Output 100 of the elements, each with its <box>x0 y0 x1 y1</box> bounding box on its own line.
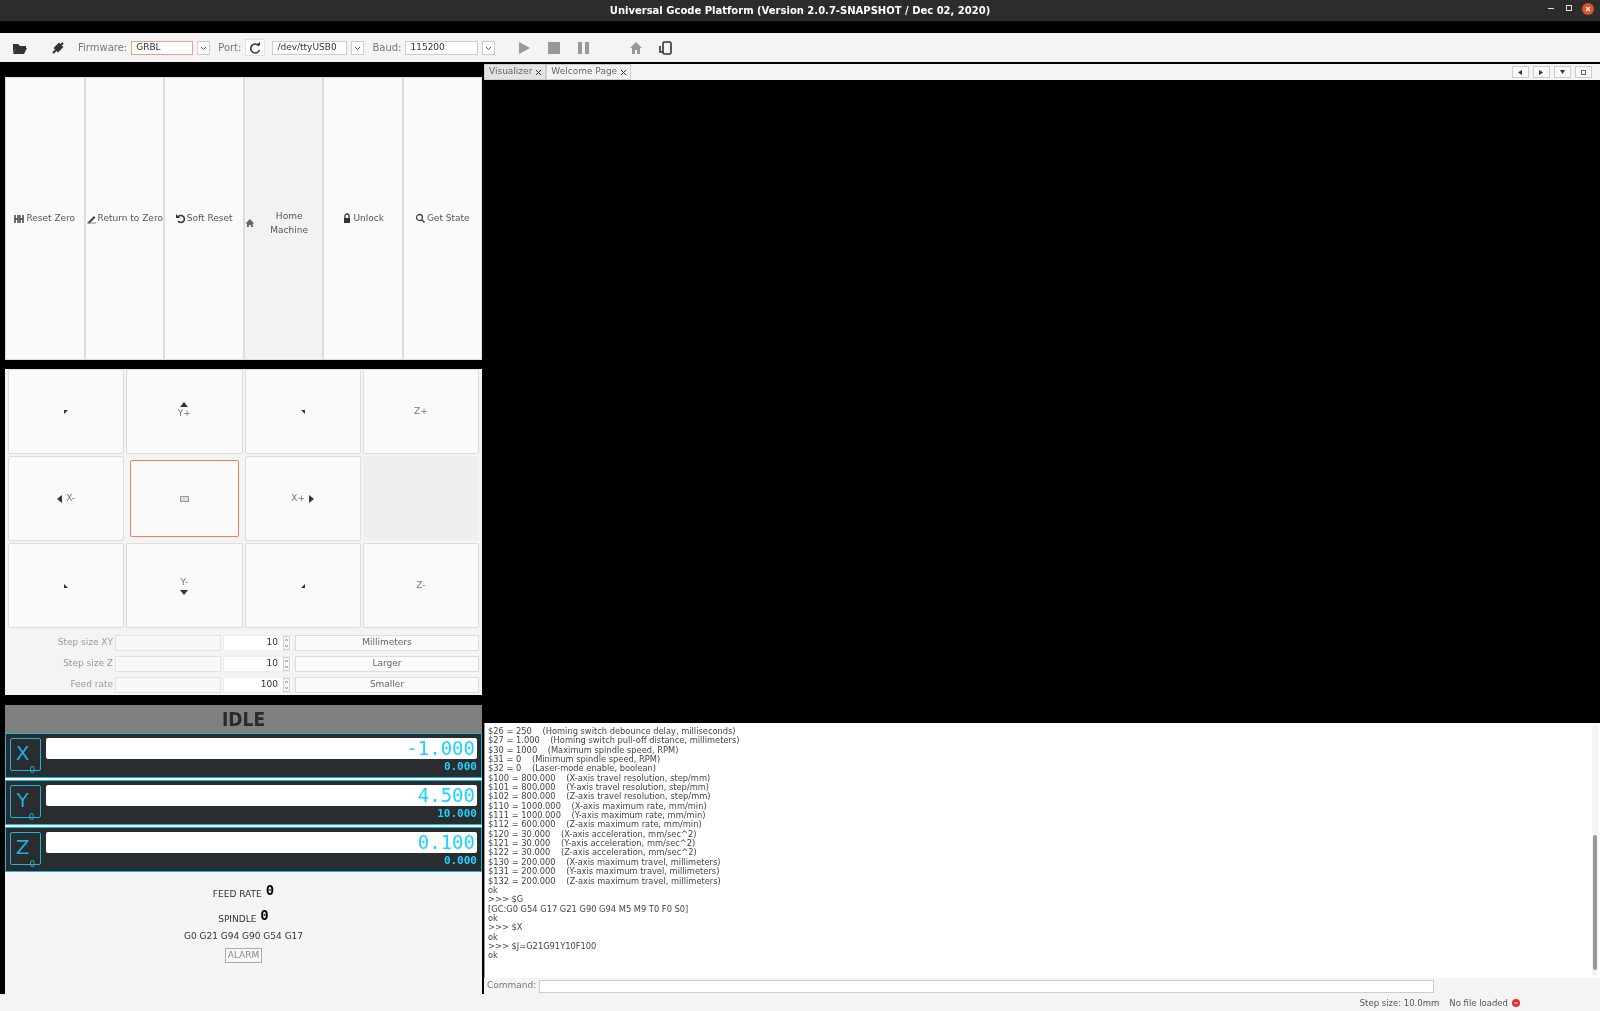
feed-rate-label: FEED RATE <box>212 887 262 901</box>
spinner-arrows-icon[interactable] <box>283 635 290 650</box>
keyboard-icon <box>179 495 189 502</box>
number-spinner[interactable]: 10 <box>223 634 293 651</box>
console-line: $121 = 30.000 (Y-axis acceleration, mm/sec^2) <box>488 839 697 849</box>
feed-rate-value: 0 <box>265 881 275 900</box>
scroll-right-icon <box>1539 69 1544 75</box>
console-line: $102 = 800.000 (Z-axis travel resolution, step/mm) <box>488 792 712 802</box>
pause-icon[interactable] <box>577 40 592 55</box>
console-line: $101 = 800.000 (Y-axis travel resolution, step/mm) <box>488 783 711 793</box>
console-line: >>> $X <box>488 923 524 933</box>
console-line: $132 = 200.000 (Z-axis maximum travel, millimeters) <box>488 876 722 886</box>
tab-label: Visualizer <box>489 65 533 79</box>
step-label: Step size Z <box>62 656 113 670</box>
gcode-state: G0 G21 G94 G90 G54 G17 <box>183 930 304 943</box>
plug-icon[interactable] <box>50 39 66 56</box>
action-button[interactable]: Unlock <box>323 77 403 360</box>
console-line: $32 = 0 (Laser-mode enable, boolean) <box>488 764 657 774</box>
stop-icon[interactable] <box>547 40 562 55</box>
port-combo[interactable]: /dev/ttyUSB0 <box>272 40 348 55</box>
close-icon[interactable] <box>536 69 542 75</box>
step-size-status: Step size: 10.0mm <box>1359 996 1440 1010</box>
right-arrow-icon <box>309 494 314 503</box>
action-button[interactable]: Reset Zero <box>5 77 85 360</box>
home-icon[interactable] <box>629 40 644 55</box>
jog-button[interactable]: X+ <box>244 456 361 541</box>
dropdown-icon[interactable] <box>351 40 365 55</box>
spinner-arrows-icon[interactable] <box>283 677 290 692</box>
jog-button[interactable]: Z- <box>362 543 479 628</box>
lock-icon <box>341 213 352 224</box>
console-line: $26 = 250 (Homing switch debounce delay, milliseconds) <box>488 727 736 737</box>
console-line: >>> $G <box>488 895 525 905</box>
command-label: Command: <box>487 979 537 993</box>
window-title: Universal Gcode Platform (Version 2.0.7-SNAPSHOT / Dec 02, 2020) <box>609 4 991 18</box>
console-line: $130 = 200.000 (X-axis maximum travel, millimeters) <box>488 857 722 868</box>
number-spinner[interactable]: 100 <box>223 676 293 693</box>
arrow-icon <box>64 409 69 414</box>
firmware-label: Firmware: <box>78 41 128 55</box>
machine-position: 0.000 <box>442 759 477 775</box>
arrow-icon <box>300 409 305 414</box>
reset-icon <box>14 213 25 224</box>
console-line: >>> $J=G21G91Y10F100 <box>488 941 598 951</box>
dropdown-icon[interactable] <box>482 40 496 55</box>
console-line: $120 = 30.000 (X-axis acceleration, mm/sec^2) <box>488 829 698 840</box>
dropdown-button[interactable] <box>1554 66 1571 78</box>
close-icon[interactable] <box>621 69 627 75</box>
jog-button[interactable]: Y- <box>126 543 243 628</box>
unit-button[interactable]: Millimeters <box>295 634 479 651</box>
machine-position: 10.000 <box>436 806 477 822</box>
left-arrow-icon <box>57 494 63 503</box>
dropdown-icon[interactable] <box>197 40 211 55</box>
scroll-left-icon <box>1518 69 1523 75</box>
console-line: $30 = 1000 (Maximum spindle speed, RPM) <box>488 745 680 756</box>
console-line: ok <box>488 913 498 924</box>
scrollbar[interactable] <box>1591 725 1599 975</box>
jog-button[interactable]: X- <box>8 456 125 541</box>
jog-button[interactable]: Z+ <box>362 369 479 454</box>
action-button[interactable]: Get State <box>402 77 482 360</box>
arrow-icon <box>300 583 305 588</box>
action-button[interactable]: Soft Reset <box>164 77 244 360</box>
spinner-arrows-icon[interactable] <box>283 656 290 671</box>
console-line: ok <box>488 932 499 942</box>
up-arrow-icon <box>180 402 189 408</box>
maximize-icon[interactable] <box>1564 3 1574 13</box>
console-line: [GC:G0 G54 G17 G21 G90 G94 M5 M9 T0 F0 S0] <box>488 904 690 914</box>
error-icon <box>1512 999 1520 1007</box>
baud-label: Baud: <box>372 41 402 55</box>
unit-button[interactable]: Smaller <box>295 676 479 693</box>
down-arrow-icon <box>180 589 189 595</box>
machine-position: 0.000 <box>442 853 477 869</box>
console-line: $131 = 200.000 (Y-axis maximum travel, millimeters) <box>488 867 721 877</box>
tab[interactable]: Visualizer <box>484 64 547 80</box>
scroll-right-button[interactable] <box>1533 66 1550 78</box>
console-line: $122 = 30.000 (Z-axis acceleration, mm/sec^2) <box>488 848 698 858</box>
maximize-button[interactable] <box>1575 66 1592 78</box>
scroll-left-button[interactable] <box>1512 66 1529 78</box>
play-icon[interactable] <box>517 40 532 55</box>
number-spinner[interactable]: 10 <box>223 655 293 672</box>
home-icon <box>244 218 255 229</box>
console-line: $112 = 600.000 (Z-axis maximum rate, mm/min) <box>488 820 702 830</box>
device-icon[interactable] <box>659 40 674 55</box>
spindle-label: SPINDLE <box>218 912 257 926</box>
close-icon[interactable] <box>1582 3 1594 15</box>
firmware-combo[interactable]: GRBL <box>131 40 194 55</box>
action-button[interactable]: Return to Zero <box>84 77 164 360</box>
unit-button[interactable]: Larger <box>295 655 479 672</box>
jog-button[interactable] <box>130 460 239 537</box>
console-line: $31 = 0 (Minimum spindle speed, RPM) <box>488 755 662 765</box>
refresh-button[interactable] <box>245 39 266 56</box>
console-line: ok <box>488 951 499 961</box>
jog-button[interactable]: Y+ <box>126 369 243 454</box>
refresh-icon <box>249 42 262 54</box>
maximize-icon <box>1581 69 1586 75</box>
alarm-button[interactable]: ALARM <box>224 947 263 963</box>
baud-combo[interactable]: 115200 <box>405 40 479 55</box>
command-field[interactable] <box>539 979 1435 993</box>
action-button[interactable]: Home Machine <box>243 77 323 360</box>
tab[interactable]: Welcome Page <box>546 64 632 80</box>
machine-state: IDLE <box>5 705 482 733</box>
tab-label: Welcome Page <box>551 65 618 79</box>
